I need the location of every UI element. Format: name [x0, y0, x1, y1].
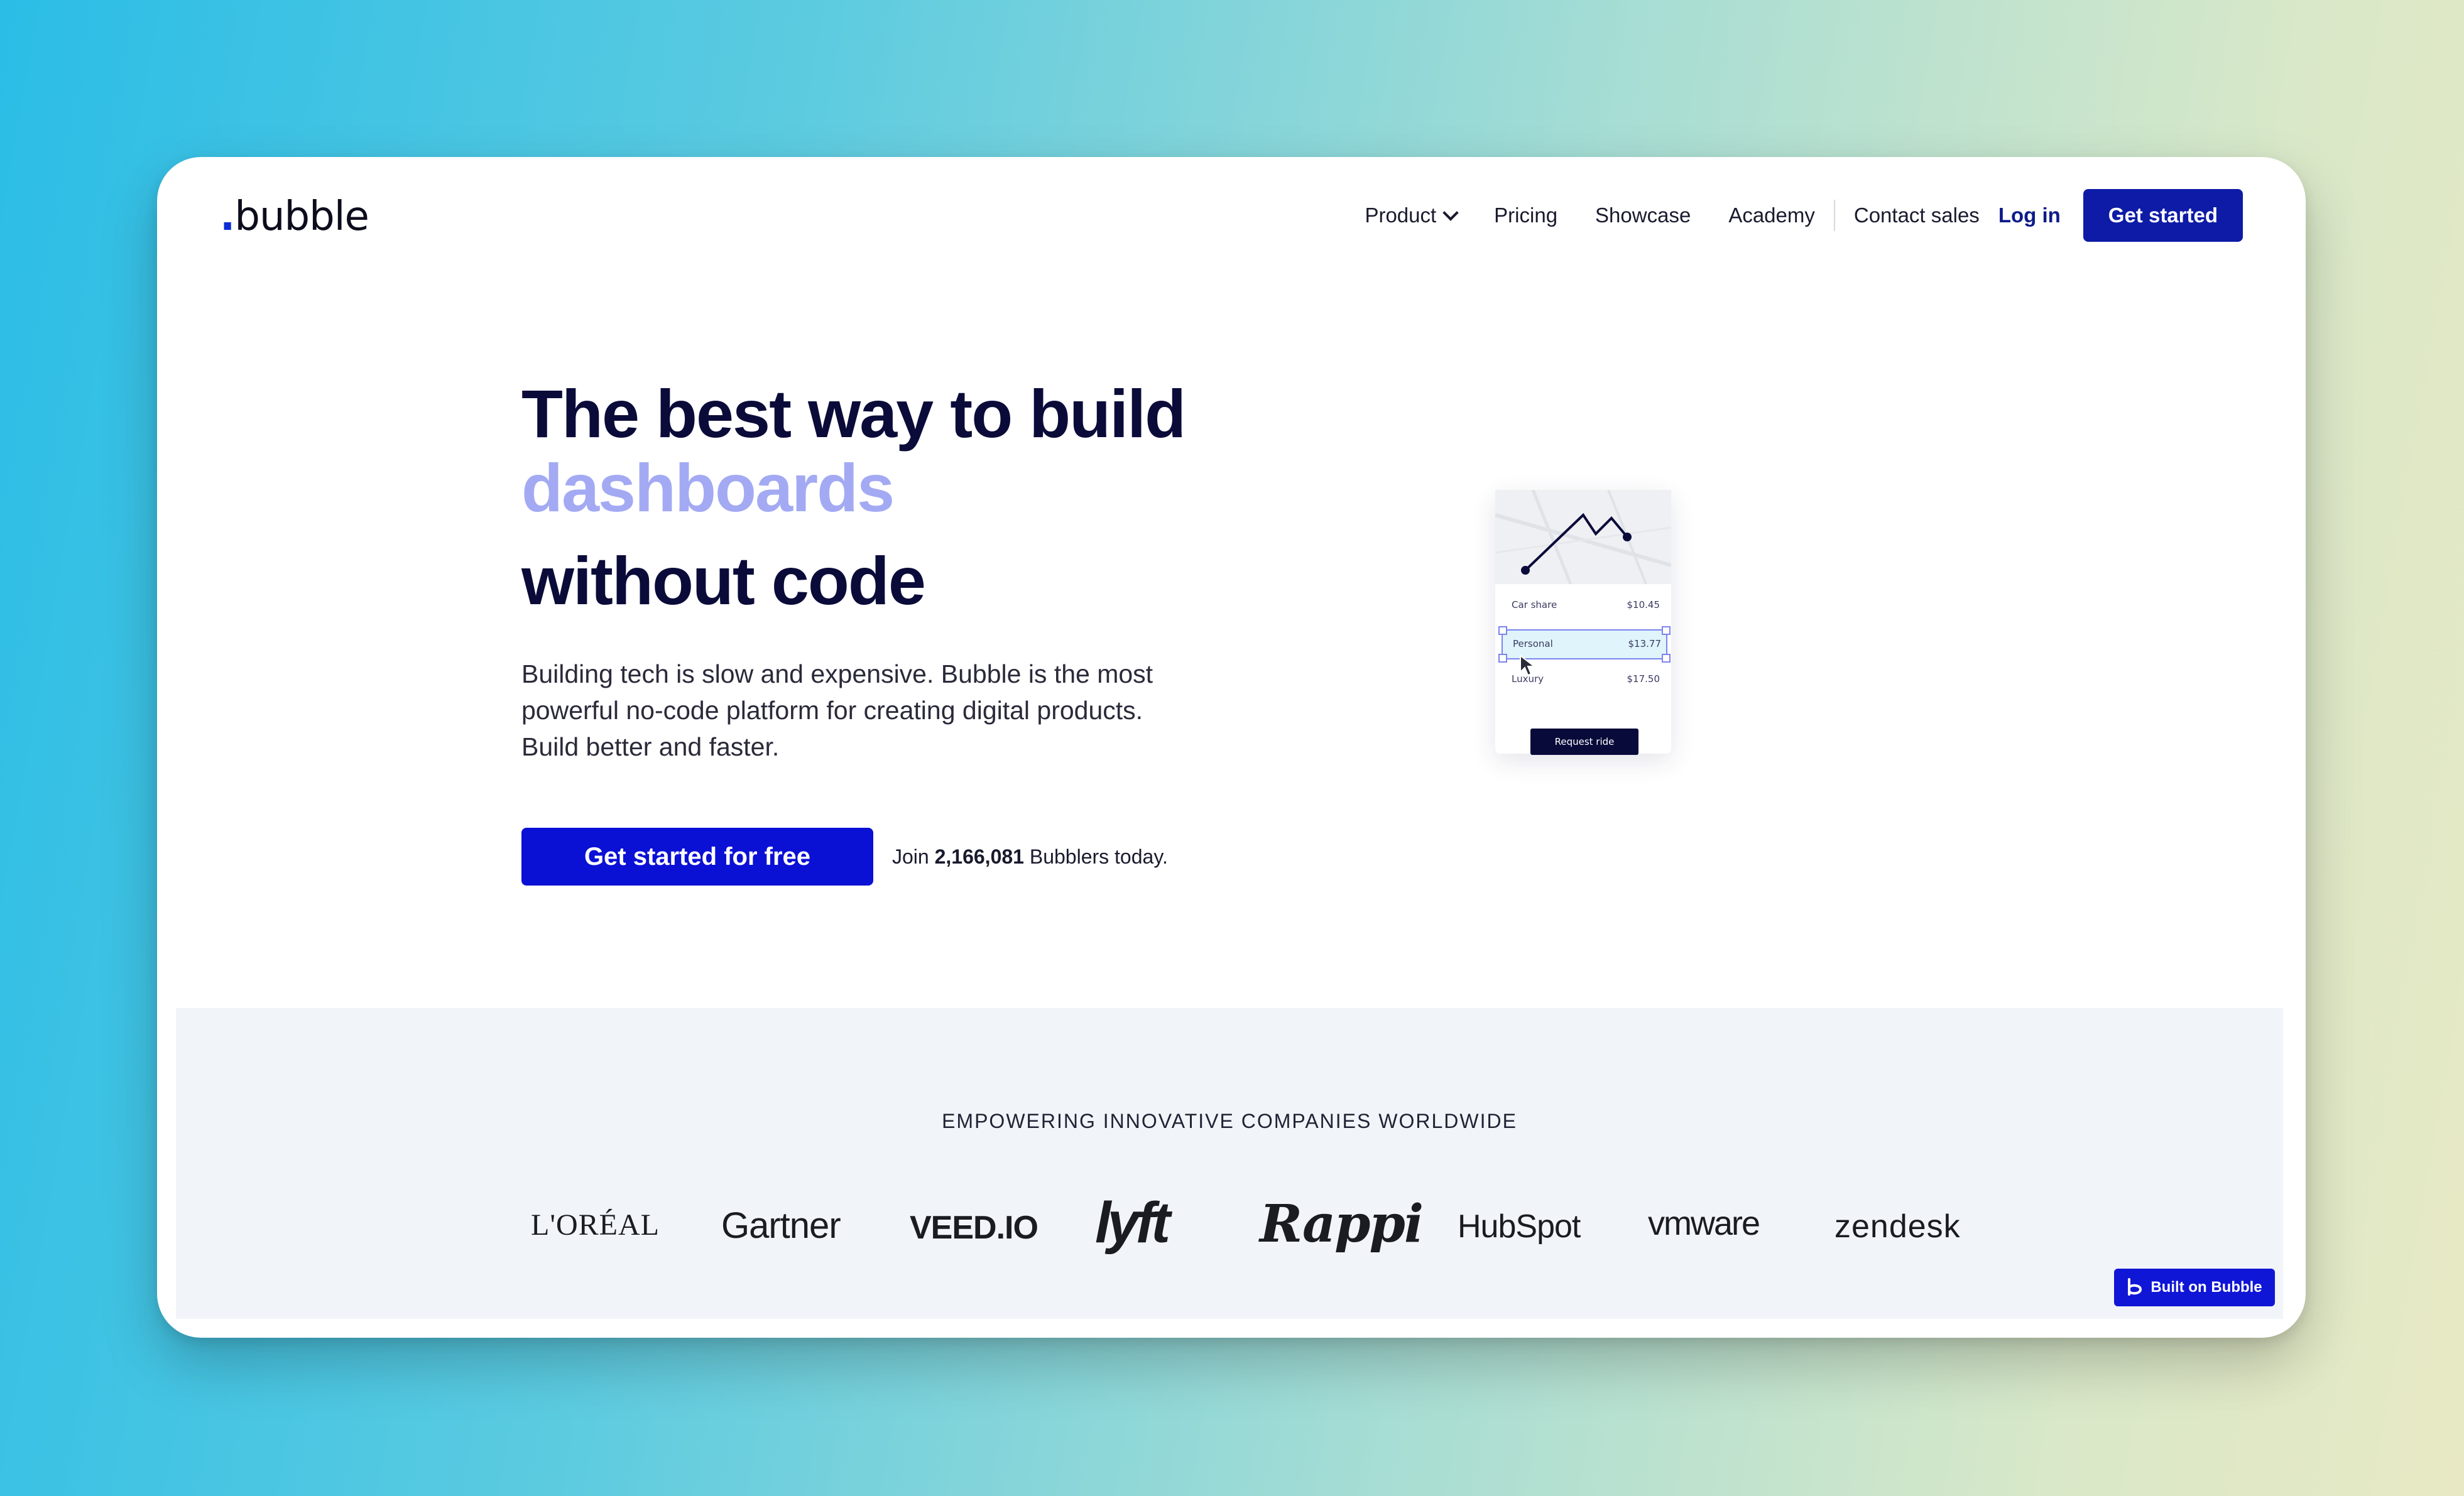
row-price: $17.50	[1627, 673, 1660, 685]
join-text: Join 2,166,081 Bubblers today.	[892, 845, 1168, 869]
resize-handle[interactable]	[1498, 626, 1507, 635]
hero-title-line-1: The best way to build	[521, 376, 1186, 452]
browser-window: .bubble Product Pricing Showcase Academy…	[157, 157, 2306, 1338]
hero-subtitle: Building tech is slow and expensive. Bub…	[521, 659, 1153, 761]
cta-row: Get started for free Join 2,166,081 Bubb…	[521, 828, 1213, 886]
chevron-down-icon	[1442, 205, 1459, 221]
badge-label: Built on Bubble	[2151, 1279, 2262, 1296]
row-name: Personal	[1513, 638, 1553, 649]
hubspot-logo: HubSpot	[1458, 1208, 1581, 1245]
resize-handle[interactable]	[1498, 654, 1507, 663]
loreal-logo: L'ORÉAL	[531, 1208, 660, 1242]
nav-item-academy[interactable]: Academy	[1728, 203, 1815, 227]
rappi-logo: Rappi	[1260, 1194, 1424, 1254]
app-mockup: Car share $10.45 Personal $13.77 Luxury …	[1495, 490, 1671, 755]
request-ride-button[interactable]: Request ride	[1530, 729, 1638, 755]
lyft-logo: lyft	[1095, 1191, 1170, 1255]
hero-title-accent: dashboards	[521, 450, 895, 526]
hero-title-line-3: without code	[521, 543, 926, 619]
resize-handle[interactable]	[1662, 654, 1671, 663]
hero: The best way to build dashboards without…	[521, 377, 1213, 886]
nav-item-pricing[interactable]: Pricing	[1494, 203, 1557, 227]
gartner-logo: Gartner	[721, 1205, 841, 1246]
vmware-logo: vmware	[1648, 1205, 1760, 1242]
join-prefix: Join	[892, 845, 935, 868]
nav-item-showcase[interactable]: Showcase	[1595, 203, 1691, 227]
get-started-free-button[interactable]: Get started for free	[521, 828, 873, 886]
row-price: $10.45	[1627, 599, 1660, 610]
nav-item-product[interactable]: Product	[1365, 203, 1459, 227]
logo-dot: .	[220, 193, 235, 240]
join-count: 2,166,081	[934, 845, 1024, 868]
logos-section: EMPOWERING INNOVATIVE COMPANIES WORLDWID…	[176, 1008, 2283, 1319]
bubble-logo[interactable]: .bubble	[220, 193, 369, 240]
zendesk-logo: zendesk	[1834, 1208, 1961, 1245]
resize-handle[interactable]	[1662, 626, 1671, 635]
nav-item-contact-sales[interactable]: Contact sales	[1854, 203, 1980, 227]
nav-divider	[1833, 200, 1835, 231]
veed-logo: VEED.IO	[910, 1210, 1038, 1246]
logos-heading: EMPOWERING INNOVATIVE COMPANIES WORLDWID…	[942, 1110, 1517, 1132]
get-started-button[interactable]: Get started	[2083, 189, 2243, 242]
list-item[interactable]: Luxury $17.50	[1502, 666, 1665, 693]
list-item[interactable]: Car share $10.45	[1502, 592, 1665, 619]
row-name: Car share	[1512, 599, 1557, 610]
join-suffix: Bubblers today.	[1023, 845, 1168, 868]
map-illustration	[1495, 490, 1671, 584]
nav-item-product-label: Product	[1365, 203, 1437, 227]
top-nav: .bubble Product Pricing Showcase Academy…	[157, 157, 2306, 273]
logo-text: bubble	[234, 193, 369, 240]
row-price: $13.77	[1628, 638, 1662, 649]
login-link[interactable]: Log in	[1998, 203, 2061, 227]
bubble-b-icon	[2128, 1278, 2142, 1296]
row-name: Luxury	[1512, 673, 1544, 685]
nav-links: Product Pricing Showcase Academy Contact…	[1365, 188, 2243, 242]
built-on-bubble-badge[interactable]: Built on Bubble	[2114, 1269, 2275, 1306]
